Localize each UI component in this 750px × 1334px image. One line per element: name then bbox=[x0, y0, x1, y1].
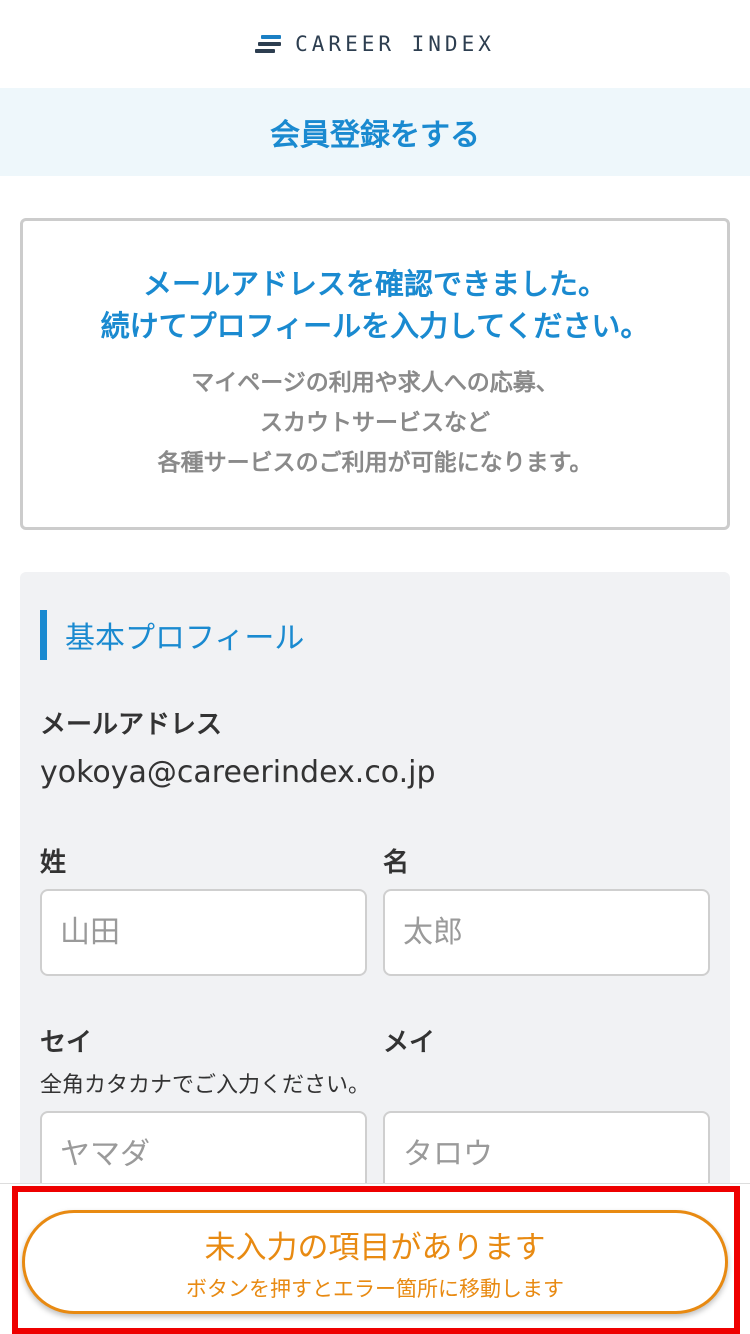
last-name-input[interactable] bbox=[40, 889, 367, 976]
notice-sub-line: 各種サービスのご利用が可能になります。 bbox=[157, 450, 593, 476]
confirmation-notice: メールアドレスを確認できました。 続けてプロフィールを入力してください。 マイペ… bbox=[20, 218, 730, 530]
first-kana-label: メイ bbox=[383, 1028, 436, 1058]
notice-lead-line: 続けてプロフィールを入力してください。 bbox=[100, 309, 650, 343]
missing-fields-button[interactable]: 未入力の項目があります ボタンを押すとエラー箇所に移動します bbox=[22, 1210, 728, 1314]
first-name-label: 名 bbox=[383, 848, 410, 878]
section-title: 基本プロフィール bbox=[40, 610, 710, 660]
kana-labels-row: セイ メイ bbox=[40, 1022, 710, 1059]
name-inputs-row bbox=[40, 889, 710, 976]
email-label: メールアドレス bbox=[40, 710, 223, 740]
page-title: 会員登録をする bbox=[270, 118, 480, 153]
email-value: yokoya@careerindex.co.jp bbox=[40, 755, 436, 790]
first-name-input[interactable] bbox=[383, 889, 710, 976]
notice-lead: メールアドレスを確認できました。 続けてプロフィールを入力してください。 bbox=[23, 263, 727, 347]
last-kana-label: セイ bbox=[40, 1028, 93, 1058]
notice-lead-line: メールアドレスを確認できました。 bbox=[142, 267, 607, 301]
name-labels-row: 姓 名 bbox=[40, 842, 710, 879]
kana-hint: 全角カタカナでご入力ください。 bbox=[40, 1073, 371, 1098]
missing-fields-message: 未入力の項目があります bbox=[204, 1229, 546, 1266]
logo-text: CAREER INDEX bbox=[295, 32, 495, 56]
missing-fields-hint: ボタンを押すとエラー箇所に移動します bbox=[186, 1276, 564, 1301]
header: CAREER INDEX bbox=[0, 0, 750, 88]
title-band: 会員登録をする bbox=[0, 88, 750, 176]
last-name-label: 姓 bbox=[40, 848, 67, 878]
logo-icon bbox=[255, 35, 282, 53]
notice-sub-line: スカウトサービスなど bbox=[260, 410, 490, 436]
notice-sub: マイページの利用や求人への応募、 スカウトサービスなど 各種サービスのご利用が可… bbox=[23, 363, 727, 483]
notice-sub-line: マイページの利用や求人への応募、 bbox=[191, 370, 559, 396]
